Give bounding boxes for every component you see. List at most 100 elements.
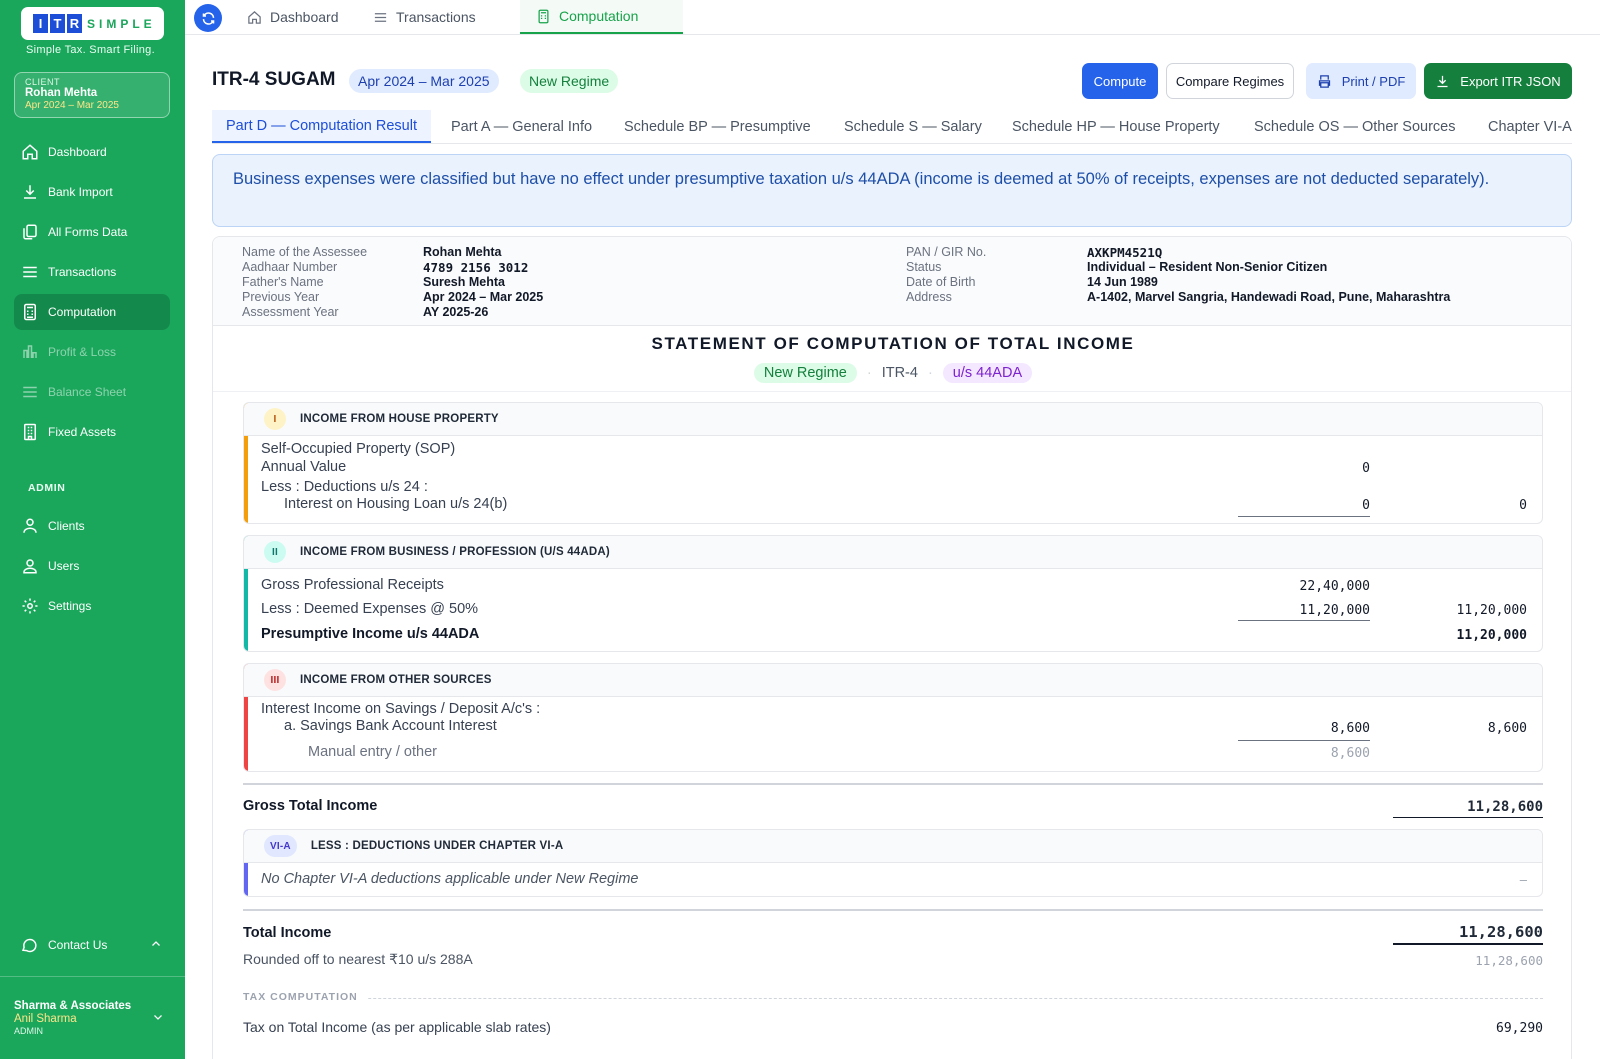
contact-us-toggle[interactable]: Contact Us [14, 927, 170, 963]
field-value: Individual – Resident Non-Senior Citizen [1087, 260, 1328, 274]
account-switcher[interactable]: Sharma & Associates Anil Sharma ADMIN [14, 1000, 174, 1037]
logo-letter: I [33, 14, 48, 33]
page-title: ITR-4 SUGAM [212, 69, 336, 90]
sidebar-item-bank-import[interactable]: Bank Import [14, 174, 170, 210]
brand-tagline: Simple Tax. Smart Filing. [26, 44, 155, 56]
schedule-tabs: Part D — Computation Result Part A — Gen… [212, 110, 1572, 144]
tax-value: 69,290 [1496, 1021, 1543, 1036]
tax-label: Tax on Total Income (as per applicable s… [243, 1019, 551, 1035]
sop-label: Self-Occupied Property (SOP) [261, 441, 456, 457]
download-icon [1435, 74, 1460, 89]
deemed-expenses-total: 11,20,000 [1456, 603, 1527, 618]
field-label: Father's Name [242, 275, 324, 289]
field-value: Apr 2024 – Mar 2025 [423, 290, 544, 304]
calculator-icon [20, 302, 40, 322]
top-bar: Dashboard Transactions Computation [185, 0, 1600, 35]
top-tab-computation[interactable]: Computation [520, 0, 683, 34]
section-rule [243, 783, 1543, 785]
field-label: Assessment Year [242, 305, 339, 319]
tab-part-d[interactable]: Part D — Computation Result [212, 110, 431, 143]
building-icon [20, 422, 40, 442]
sidebar-item-clients[interactable]: Clients [14, 508, 170, 544]
tab-part-a[interactable]: Part A — General Info [451, 110, 592, 143]
total-income-row: Total Income 11,28,600 Rounded off to ne… [243, 921, 1543, 981]
gross-total-row: Gross Total Income 11,28,600 [243, 794, 1543, 824]
print-pdf-button[interactable]: Print / PDF [1306, 63, 1416, 99]
field-value: A-1402, Marvel Sangria, Handewadi Road, … [1087, 290, 1451, 304]
section-chapter-via: VI-A LESS : DEDUCTIONS UNDER CHAPTER VI-… [243, 829, 1543, 897]
subtotal-rule [1238, 516, 1370, 517]
list-icon [373, 10, 396, 25]
compare-regimes-button[interactable]: Compare Regimes [1166, 63, 1294, 99]
subtotal-rule [1238, 620, 1370, 621]
section-header: VI-A LESS : DEDUCTIONS UNDER CHAPTER VI-… [244, 830, 1542, 863]
home-icon [247, 10, 270, 25]
section-other-sources: III INCOME FROM OTHER SOURCES Interest I… [243, 663, 1543, 772]
top-tab-dashboard[interactable]: Dashboard [247, 0, 339, 34]
rounded-label: Rounded off to nearest ₹10 u/s 288A [243, 951, 473, 967]
sidebar-item-profit-loss[interactable]: Profit & Loss [14, 334, 170, 370]
section-header: III INCOME FROM OTHER SOURCES [244, 664, 1542, 697]
sidebar-item-label: Transactions [48, 265, 117, 279]
top-tab-label: Computation [559, 8, 639, 24]
chevron-down-icon [152, 1010, 164, 1028]
export-itr-json-button[interactable]: Export ITR JSON [1424, 63, 1572, 99]
client-label: CLIENT [25, 77, 61, 87]
sidebar-item-balance-sheet[interactable]: Balance Sheet [14, 374, 170, 410]
section-title: INCOME FROM HOUSE PROPERTY [300, 413, 499, 425]
sidebar-item-fixed-assets[interactable]: Fixed Assets [14, 414, 170, 450]
form-tag: ITR-4 [881, 365, 918, 381]
compute-button[interactable]: Compute [1082, 63, 1158, 99]
refresh-icon [201, 11, 216, 26]
field-value: 14 Jun 1989 [1087, 275, 1158, 289]
print-pdf-label: Print / PDF [1341, 73, 1406, 89]
tax-section-label: TAX COMPUTATION [243, 991, 368, 1003]
section-number: II [264, 541, 286, 563]
top-tab-label: Transactions [396, 9, 476, 25]
sidebar-item-label: Bank Import [48, 185, 113, 199]
client-card[interactable]: CLIENT Rohan Mehta Apr 2024 – Mar 2025 [14, 72, 170, 118]
export-label: Export ITR JSON [1460, 73, 1561, 89]
sync-button[interactable] [194, 4, 222, 32]
field-label: Name of the Assessee [242, 245, 368, 259]
download-icon [20, 182, 40, 202]
field-value: 4789 2156 3012 [423, 260, 529, 275]
sidebar-item-label: All Forms Data [48, 225, 128, 239]
rounded-value: 11,28,600 [1475, 953, 1543, 968]
sidebar-item-dashboard[interactable]: Dashboard [14, 134, 170, 170]
sidebar-item-all-forms-data[interactable]: All Forms Data [14, 214, 170, 250]
user-role: ADMIN [14, 1026, 43, 1036]
receipts-value: 22,40,000 [1299, 579, 1370, 594]
users-icon [20, 556, 40, 576]
sidebar-item-settings[interactable]: Settings [14, 588, 170, 624]
brand-logo[interactable]: I T R SIMPLE [21, 7, 164, 40]
section-header: I INCOME FROM HOUSE PROPERTY [244, 403, 1542, 436]
tab-chapter-via[interactable]: Chapter VI-A [1488, 110, 1572, 143]
statement-tags: New Regime · ITR-4 · u/s 44ADA [213, 361, 1571, 385]
total-income-value: 11,28,600 [1393, 923, 1543, 945]
section-tag: u/s 44ADA [942, 363, 1033, 383]
top-tab-transactions[interactable]: Transactions [373, 0, 476, 34]
chevron-up-icon [150, 938, 162, 953]
house-property-total: 0 [1519, 498, 1527, 513]
tab-schedule-s[interactable]: Schedule S — Salary [844, 110, 982, 143]
sidebar-item-label: Fixed Assets [48, 425, 117, 439]
sidebar-item-label: Dashboard [48, 145, 107, 159]
tab-schedule-bp[interactable]: Schedule BP — Presumptive [624, 110, 811, 143]
section-number: III [264, 669, 286, 691]
field-label: Date of Birth [906, 275, 976, 289]
dashed-divider [243, 998, 1543, 999]
sidebar-item-users[interactable]: Users [14, 548, 170, 584]
logo-word: SIMPLE [87, 16, 156, 31]
sidebar-item-transactions[interactable]: Transactions [14, 254, 170, 290]
logo-letter: R [67, 14, 82, 33]
tax-row: Tax on Total Income (as per applicable s… [243, 1017, 1543, 1041]
gross-total-value: 11,28,600 [1393, 799, 1543, 818]
tab-schedule-os[interactable]: Schedule OS — Other Sources [1254, 110, 1456, 143]
tab-schedule-hp[interactable]: Schedule HP — House Property [1012, 110, 1220, 143]
section-house-property: I INCOME FROM HOUSE PROPERTY Self-Occupi… [243, 402, 1543, 524]
total-income-label: Total Income [243, 925, 332, 941]
list-icon [20, 262, 40, 282]
sidebar-item-computation[interactable]: Computation [14, 294, 170, 330]
section-header: II INCOME FROM BUSINESS / PROFESSION (U/… [244, 536, 1542, 569]
